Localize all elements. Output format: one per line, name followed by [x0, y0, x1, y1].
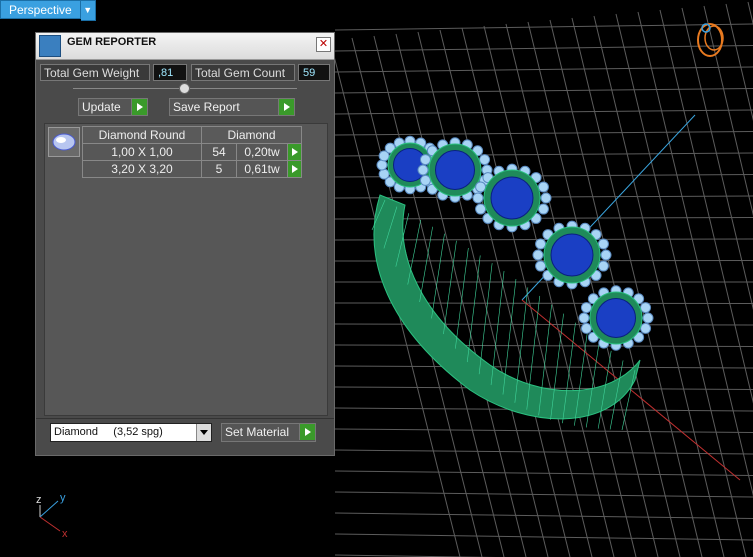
- gem-cluster: [472, 163, 552, 233]
- gem-count-cell: 5: [201, 160, 237, 178]
- center-stone: [550, 233, 594, 277]
- material-select-value: Diamond (3,52 spg): [54, 426, 163, 438]
- diamond-round-icon: [48, 127, 80, 157]
- panel-divider: [36, 418, 334, 419]
- gem-reporter-panel: GEM REPORTER ✕ Total Gem Weight ,81 Tota…: [35, 32, 335, 456]
- accent-stone: [642, 312, 654, 324]
- set-material-button[interactable]: Set Material: [221, 423, 316, 442]
- total-gem-weight-value: ,81: [153, 64, 187, 81]
- gem-cluster: [532, 220, 612, 290]
- play-arrow-icon: [131, 99, 147, 115]
- accent-stone: [597, 238, 609, 250]
- panel-titlebar[interactable]: GEM REPORTER ✕: [36, 33, 334, 60]
- gem-weight-cell: 0,20tw: [236, 143, 288, 161]
- ring-thumbnail-icon: [697, 23, 724, 57]
- accent-stone: [532, 249, 544, 261]
- accent-stone: [578, 312, 590, 324]
- axis-label-x: x: [62, 528, 68, 540]
- axis-gizmo: z y x: [36, 492, 68, 540]
- accent-stone: [600, 249, 612, 261]
- accent-stone: [640, 322, 652, 334]
- table-row[interactable]: 3,20 X 3,20 5 0,61tw: [82, 160, 302, 178]
- row-action-arrow-icon[interactable]: [287, 160, 302, 178]
- accent-stone: [475, 203, 487, 215]
- save-report-button[interactable]: Save Report: [169, 98, 295, 116]
- accent-stone: [580, 322, 592, 334]
- center-stone: [596, 298, 636, 338]
- play-arrow-icon: [299, 424, 315, 440]
- accent-stone: [417, 164, 429, 176]
- center-stone: [490, 176, 534, 220]
- column-header-shape: Diamond Round: [82, 126, 202, 144]
- chevron-down-icon[interactable]: [196, 424, 211, 441]
- accent-stone: [597, 260, 609, 272]
- accent-stone: [537, 181, 549, 193]
- accent-stone: [537, 203, 549, 215]
- material-select[interactable]: Diamond (3,52 spg): [50, 423, 212, 442]
- gem-weight-cell: 0,61tw: [236, 160, 288, 178]
- accent-stone: [479, 154, 491, 166]
- update-button[interactable]: Update: [78, 98, 148, 116]
- table-row[interactable]: 1,00 X 1,00 54 0,20tw: [82, 143, 302, 161]
- accent-stone: [419, 154, 431, 166]
- accent-stone: [535, 260, 547, 272]
- total-gem-count-label: Total Gem Count: [191, 64, 295, 81]
- accent-stone: [419, 174, 431, 186]
- gem-cluster: [417, 137, 493, 203]
- total-gem-count-value: 59: [298, 64, 330, 81]
- play-arrow-icon: [278, 99, 294, 115]
- axis-label-z: z: [36, 494, 42, 506]
- gem-size-cell: 3,20 X 3,20: [82, 160, 202, 178]
- accent-stone: [475, 181, 487, 193]
- column-header-material: Diamond: [201, 126, 302, 144]
- close-icon[interactable]: ✕: [316, 37, 331, 52]
- accent-stone: [535, 238, 547, 250]
- gem-table-header-row: Diamond Round Diamond: [82, 126, 302, 144]
- chevron-down-icon[interactable]: ▼: [80, 0, 96, 21]
- total-gem-weight-label: Total Gem Weight: [40, 64, 150, 81]
- accent-stone: [378, 168, 390, 180]
- accent-stone: [640, 302, 652, 314]
- view-mode-dropdown[interactable]: Perspective ▼: [0, 0, 96, 21]
- gem-cluster: [578, 285, 654, 351]
- update-button-label: Update: [82, 100, 121, 114]
- gem-table: Diamond Round Diamond 1,00 X 1,00 54 0,2…: [82, 126, 302, 178]
- accent-stone: [472, 192, 484, 204]
- accent-stone: [540, 192, 552, 204]
- axis-label-y: y: [60, 492, 66, 504]
- panel-splitter-handle[interactable]: [179, 83, 190, 94]
- gem-size-cell: 1,00 X 1,00: [82, 143, 202, 161]
- accent-stone: [376, 159, 388, 171]
- center-stone: [435, 150, 475, 190]
- set-material-button-label: Set Material: [225, 425, 290, 439]
- save-report-button-label: Save Report: [173, 100, 240, 114]
- row-action-arrow-icon[interactable]: [287, 143, 302, 161]
- view-mode-label[interactable]: Perspective: [0, 0, 81, 19]
- gem-count-cell: 54: [201, 143, 237, 161]
- accent-stone: [580, 302, 592, 314]
- panel-title: GEM REPORTER: [67, 36, 157, 48]
- gem-reporter-app-icon: [39, 35, 61, 57]
